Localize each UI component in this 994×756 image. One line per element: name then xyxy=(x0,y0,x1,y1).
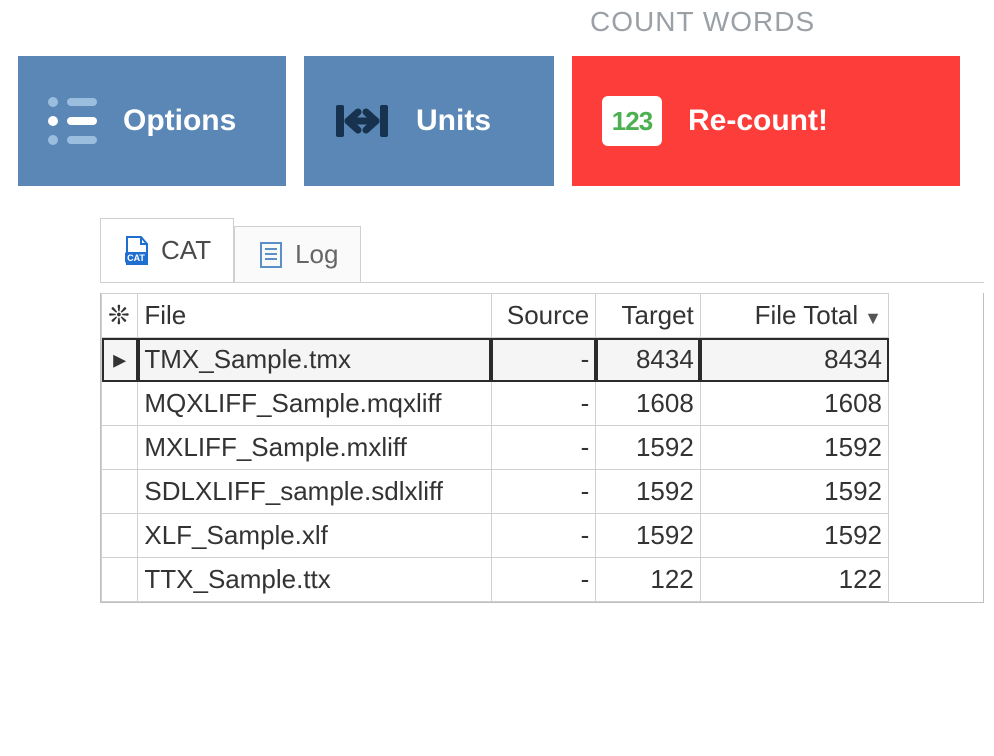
cell-source: - xyxy=(491,382,596,426)
cell-target: 1608 xyxy=(596,382,701,426)
toolbar: Options Units 123 Re-count! xyxy=(18,56,960,186)
table-header-row: ❊ File Source Target File Total▼ xyxy=(102,294,889,338)
document-icon xyxy=(257,241,285,269)
col-header-total-label: File Total xyxy=(755,300,859,330)
col-header-target[interactable]: Target xyxy=(596,294,701,338)
table-row[interactable]: ▸TMX_Sample.tmx-84348434 xyxy=(102,338,889,382)
units-button[interactable]: Units xyxy=(304,56,554,186)
cell-total: 1592 xyxy=(700,426,888,470)
table-row[interactable]: XLF_Sample.xlf-15921592 xyxy=(102,514,889,558)
section-label: COUNT WORDS xyxy=(590,6,815,38)
cell-total: 1592 xyxy=(700,470,888,514)
row-marker xyxy=(102,558,138,602)
col-header-total[interactable]: File Total▼ xyxy=(700,294,888,338)
tab-log-label: Log xyxy=(295,239,338,270)
cell-source: - xyxy=(491,426,596,470)
cat-file-icon: CAT xyxy=(123,237,151,265)
cell-source: - xyxy=(491,338,596,382)
options-button[interactable]: Options xyxy=(18,56,286,186)
tab-cat[interactable]: CAT CAT xyxy=(100,218,234,282)
table-row[interactable]: SDLXLIFF_sample.sdlxliff-15921592 xyxy=(102,470,889,514)
units-button-label: Units xyxy=(416,104,491,138)
row-marker xyxy=(102,470,138,514)
cell-target: 8434 xyxy=(596,338,701,382)
cell-file: MQXLIFF_Sample.mqxliff xyxy=(138,382,491,426)
cell-total: 1608 xyxy=(700,382,888,426)
table-row[interactable]: MXLIFF_Sample.mxliff-15921592 xyxy=(102,426,889,470)
tab-log[interactable]: Log xyxy=(234,226,361,282)
tab-strip: CAT CAT Log xyxy=(100,216,984,282)
row-marker xyxy=(102,382,138,426)
width-arrows-icon xyxy=(334,101,390,141)
options-button-label: Options xyxy=(123,104,236,138)
list-icon xyxy=(48,97,97,145)
cell-file: SDLXLIFF_sample.sdlxliff xyxy=(138,470,491,514)
sort-desc-icon: ▼ xyxy=(864,308,882,328)
cell-total: 122 xyxy=(700,558,888,602)
col-header-marker[interactable]: ❊ xyxy=(102,294,138,338)
cell-target: 1592 xyxy=(596,426,701,470)
col-header-file[interactable]: File xyxy=(138,294,491,338)
cell-total: 8434 xyxy=(700,338,888,382)
row-marker xyxy=(102,426,138,470)
cell-total: 1592 xyxy=(700,514,888,558)
results-table[interactable]: ❊ File Source Target File Total▼ ▸TMX_Sa… xyxy=(101,293,889,602)
cell-target: 1592 xyxy=(596,470,701,514)
count-badge-icon: 123 xyxy=(602,96,662,146)
col-header-source[interactable]: Source xyxy=(491,294,596,338)
row-marker xyxy=(102,514,138,558)
row-marker: ▸ xyxy=(102,338,138,382)
cell-source: - xyxy=(491,514,596,558)
recount-button-label: Re-count! xyxy=(688,104,828,138)
cell-target: 1592 xyxy=(596,514,701,558)
cell-file: XLF_Sample.xlf xyxy=(138,514,491,558)
cell-file: TTX_Sample.ttx xyxy=(138,558,491,602)
table-row[interactable]: TTX_Sample.ttx-122122 xyxy=(102,558,889,602)
table-row[interactable]: MQXLIFF_Sample.mqxliff-16081608 xyxy=(102,382,889,426)
cell-file: TMX_Sample.tmx xyxy=(138,338,491,382)
recount-button[interactable]: 123 Re-count! xyxy=(572,56,960,186)
cell-source: - xyxy=(491,470,596,514)
cell-source: - xyxy=(491,558,596,602)
cell-target: 122 xyxy=(596,558,701,602)
results-panel: CAT CAT Log ❊ File xyxy=(100,216,984,603)
cell-file: MXLIFF_Sample.mxliff xyxy=(138,426,491,470)
tab-cat-label: CAT xyxy=(161,235,211,266)
svg-text:CAT: CAT xyxy=(127,253,145,263)
